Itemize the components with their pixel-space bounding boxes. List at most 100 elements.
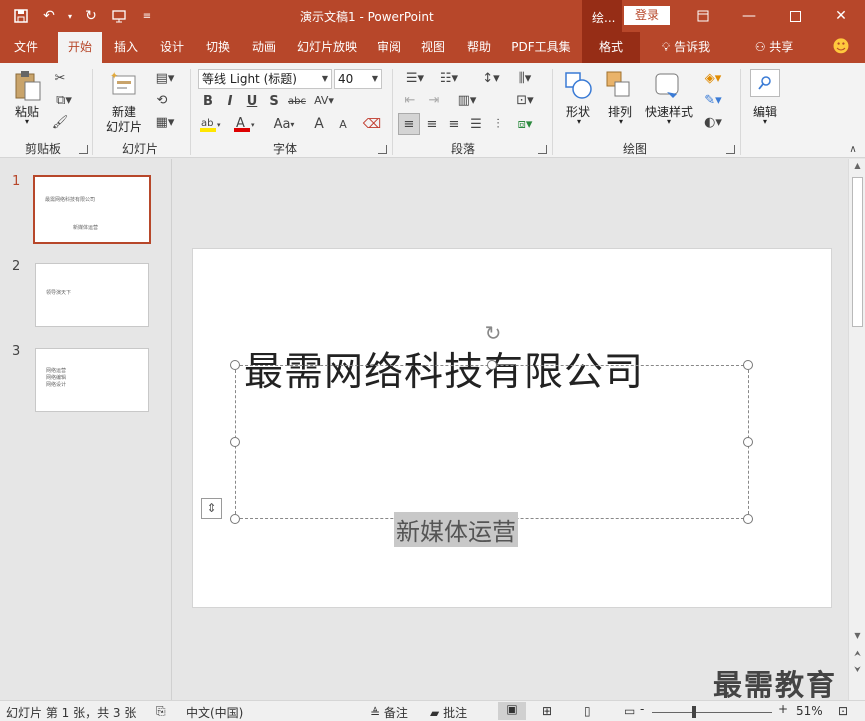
copy-icon[interactable]: ⧉▾ [50,91,78,109]
cut-icon[interactable]: ✂ [50,69,70,87]
tab-format[interactable]: 格式 [582,32,640,63]
paste-dropdown-icon[interactable]: ▾ [22,117,32,126]
resize-handle-top-left[interactable] [230,360,240,370]
decrease-indent-icon[interactable]: ⇤ [400,91,420,109]
slide-thumbnail-3[interactable]: 网络运营 网络编辑 网络设计 [35,348,149,412]
shrink-font-button[interactable]: A [334,115,352,133]
align-left-icon[interactable]: ≡ [398,113,420,135]
align-text-icon[interactable]: ⊡▾ [510,91,540,109]
fit-slide-icon[interactable]: ⊡ [838,704,848,718]
save-icon[interactable] [10,5,32,27]
arrange-icon[interactable] [604,69,634,101]
vertical-scrollbar[interactable]: ▲ ▼ ⮝ ⮟ [848,159,865,700]
columns-icon[interactable]: ▥▾ [452,91,482,109]
tab-view[interactable]: 视图 [412,32,454,63]
font-name-select[interactable]: 等线 Light (标题) ▼ [198,69,332,89]
customize-qat-icon[interactable]: ≡ [136,5,158,27]
bullets-icon[interactable]: ☰▾ [400,69,430,87]
zoom-slider[interactable] [652,712,772,713]
bold-button[interactable]: B [200,93,216,109]
zoom-out-button[interactable]: - [640,702,644,716]
scroll-up-icon[interactable]: ▲ [849,159,865,173]
highlight-color-icon[interactable]: ab ▾ [198,115,224,133]
clipboard-launcher-icon[interactable] [79,145,88,154]
spelling-check-icon[interactable]: ⎘ [156,704,166,719]
login-button[interactable]: 登录 [624,6,670,25]
language-indicator[interactable]: 中文(中国) [186,704,243,721]
shape-fill-icon[interactable]: ◈▾ [698,69,728,87]
character-spacing-icon[interactable]: AV▾ [310,91,338,109]
align-right-icon[interactable]: ≡ [444,115,464,133]
editing-dropdown-icon[interactable]: ▾ [760,117,770,126]
justify-icon[interactable]: ☰ [466,115,486,133]
shapes-icon[interactable] [562,69,594,101]
autofit-options-icon[interactable]: ⇕ [201,498,222,519]
new-slide-icon[interactable]: ✦ [108,69,140,99]
rotate-handle-icon[interactable]: ↻ [482,322,504,344]
tab-design[interactable]: 设计 [150,32,194,63]
resize-handle-bottom-left[interactable] [230,514,240,524]
distributed-icon[interactable]: ⫶ [488,115,508,133]
reading-view-icon[interactable]: ▯ [584,704,591,718]
format-painter-icon[interactable]: 🖌︎ [50,113,70,131]
find-icon[interactable] [750,69,780,97]
slide-thumbnail-2[interactable]: 领导演天下 [35,263,149,327]
slide-subtitle-text[interactable]: 新媒体运营 [394,512,518,547]
tab-home[interactable]: 开始 [58,32,102,63]
quick-styles-icon[interactable] [652,69,684,101]
tell-me-box[interactable]: 💡︎ 告诉我 [648,32,724,63]
font-launcher-icon[interactable] [378,145,387,154]
smiley-feedback-icon[interactable]: ☻ [828,32,854,63]
redo-icon[interactable]: ↻ [80,5,102,27]
line-spacing-icon[interactable]: ↕▾ [476,69,506,87]
resize-handle-top[interactable] [487,360,497,370]
tab-file[interactable]: 文件 [4,32,48,63]
shape-effects-icon[interactable]: ◐▾ [698,113,728,131]
clear-formatting-icon[interactable]: ⌫ [362,115,382,133]
resize-handle-right[interactable] [743,437,753,447]
text-direction-icon[interactable]: ⫼▾ [510,69,540,87]
section-icon[interactable]: ▦▾ [152,113,178,131]
maximize-icon[interactable] [772,0,818,32]
normal-view-icon[interactable]: ▣ [498,702,526,720]
strikethrough-button[interactable]: abc [286,93,308,109]
change-case-button[interactable]: Aa ▾ [268,115,300,133]
resize-handle-top-right[interactable] [743,360,753,370]
tab-animations[interactable]: 动画 [242,32,286,63]
font-size-select[interactable]: 40 ▼ [334,69,382,89]
grow-font-button[interactable]: A [310,115,328,133]
subtitle-placeholder-selection[interactable] [235,365,749,519]
resize-handle-left[interactable] [230,437,240,447]
paste-icon[interactable] [12,69,44,103]
shapes-dropdown-icon[interactable]: ▾ [574,117,584,126]
increase-indent-icon[interactable]: ⇥ [424,91,444,109]
tab-slideshow[interactable]: 幻灯片放映 [290,32,364,63]
new-slide-line2[interactable]: 幻灯片 [98,118,150,135]
scroll-down-icon[interactable]: ▼ [849,629,865,643]
scrollbar-thumb[interactable] [852,177,863,327]
share-button[interactable]: ⚇ 共享 [744,32,804,63]
zoom-level[interactable]: 51% [796,704,823,718]
notes-button[interactable]: ≜ 备注 [370,704,408,721]
resize-handle-bottom-right[interactable] [743,514,753,524]
paragraph-launcher-icon[interactable] [538,145,547,154]
tab-transitions[interactable]: 切换 [196,32,240,63]
slide-sorter-icon[interactable]: ⊞ [542,704,552,718]
tab-review[interactable]: 审阅 [368,32,410,63]
ribbon-display-options-icon[interactable] [680,0,726,32]
drawing-launcher-icon[interactable] [726,145,735,154]
underline-button[interactable]: U [244,93,260,109]
font-color-icon[interactable]: A ▾ [232,115,258,133]
tab-pdf-tools[interactable]: PDF工具集 [504,32,578,63]
layout-icon[interactable]: ▤▾ [152,69,178,87]
minimize-icon[interactable]: — [726,0,772,32]
previous-slide-icon[interactable]: ⮝ [849,647,865,661]
text-shadow-button[interactable]: S [266,93,282,109]
reset-icon[interactable]: ⟲ [152,91,172,109]
start-presentation-icon[interactable] [108,5,130,27]
context-tab-header[interactable]: 绘... [582,0,622,32]
shape-outline-icon[interactable]: ✎▾ [698,91,728,109]
smartart-icon[interactable]: ⧈▾ [510,115,540,133]
next-slide-icon[interactable]: ⮟ [849,663,865,677]
collapse-ribbon-icon[interactable]: ∧ [846,143,860,155]
